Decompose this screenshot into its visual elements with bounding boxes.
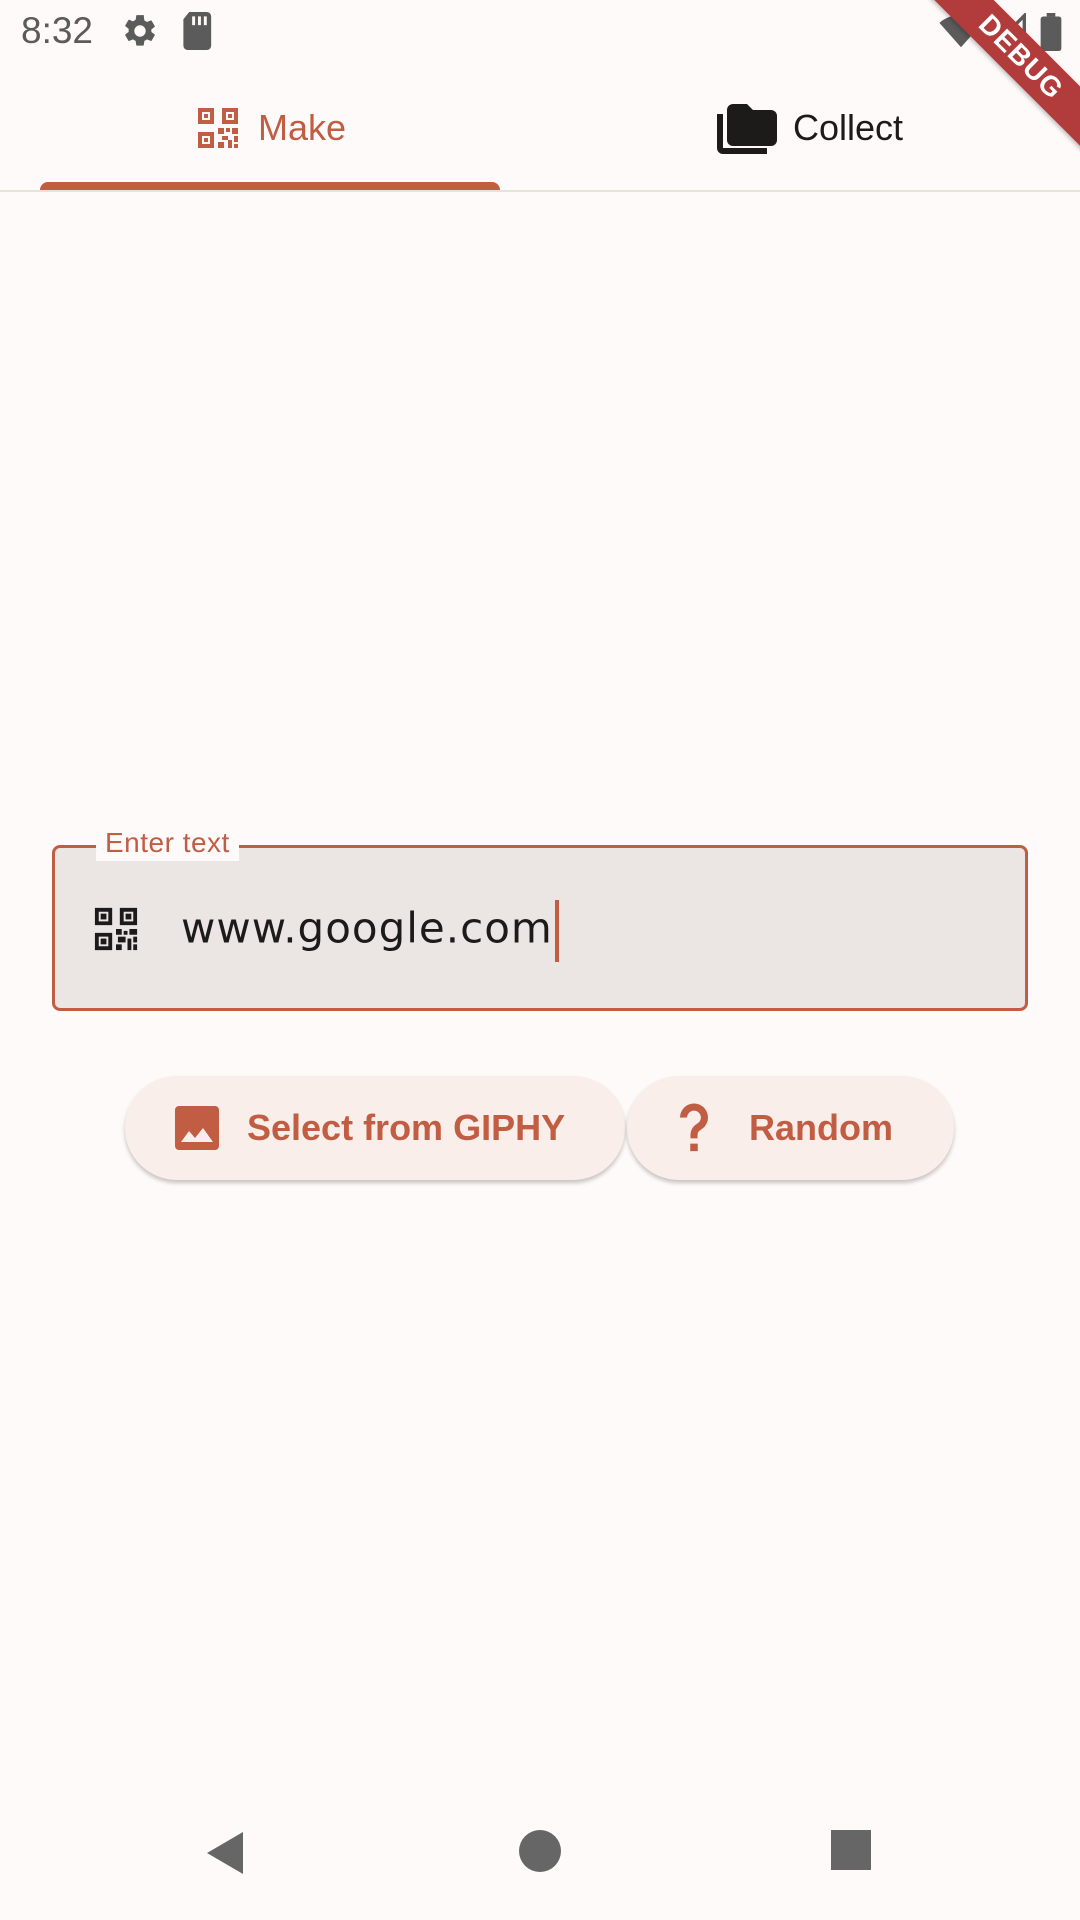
tab-bar: Make Collect — [0, 66, 1080, 192]
folders-icon — [716, 104, 777, 154]
status-bar: 8:32 — [0, 0, 1080, 64]
text-input-value-wrap[interactable]: www.google.com — [181, 900, 559, 962]
home-icon[interactable] — [519, 1830, 561, 1872]
recents-icon[interactable] — [831, 1830, 871, 1870]
question-mark-icon — [680, 1103, 708, 1152]
tab-collect[interactable]: Collect — [540, 66, 1080, 190]
qr-code-icon — [94, 907, 138, 951]
text-input-label: Enter text — [96, 825, 239, 861]
battery-icon — [1040, 13, 1062, 51]
tab-make[interactable]: Make — [0, 66, 540, 190]
status-time: 8:32 — [21, 10, 94, 51]
sd-card-icon — [183, 12, 212, 50]
qr-code-icon — [197, 108, 238, 148]
tab-indicator — [40, 182, 500, 190]
select-from-giphy-label: Select from GIPHY — [247, 1107, 566, 1148]
back-icon[interactable] — [205, 1830, 245, 1876]
text-cursor — [554, 900, 559, 962]
random-label: Random — [749, 1107, 893, 1148]
gear-icon — [125, 15, 155, 46]
text-input-box[interactable]: www.google.com — [52, 845, 1028, 1011]
text-input-field[interactable]: www.google.com Enter text — [52, 825, 1028, 1011]
image-icon — [175, 1106, 219, 1150]
select-from-giphy-button[interactable]: Select from GIPHY — [125, 1076, 625, 1180]
system-navigation-bar — [0, 1792, 1080, 1920]
tab-make-label: Make — [257, 107, 347, 148]
text-input-value: www.google.com — [181, 903, 553, 953]
random-button[interactable]: Random — [627, 1076, 954, 1180]
tab-collect-label: Collect — [792, 107, 904, 148]
